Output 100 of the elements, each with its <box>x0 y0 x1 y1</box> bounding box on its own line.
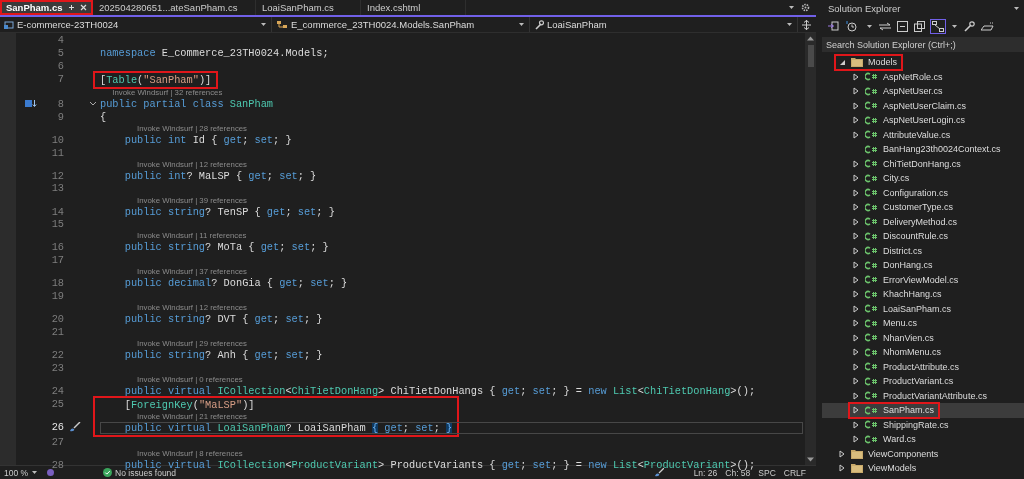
code-file-icon <box>865 101 878 111</box>
switch-views-icon[interactable] <box>828 21 840 32</box>
expanded-arrow-icon[interactable] <box>838 58 846 66</box>
close-icon[interactable] <box>79 4 87 11</box>
tree-item[interactable]: DeliveryMethod.cs <box>822 214 1024 229</box>
code-file-icon <box>865 376 878 386</box>
brush-icon[interactable] <box>653 468 664 477</box>
line-number: 11 <box>50 146 64 159</box>
tree-item[interactable]: ShippingRate.cs <box>822 417 1024 432</box>
code-file-icon <box>865 188 878 198</box>
wrench-icon[interactable] <box>964 21 975 32</box>
type-dropdown[interactable]: E_commerce_23TH0024.Models.SanPham <box>272 17 530 32</box>
tree-item[interactable]: ViewModels <box>822 461 1024 476</box>
pin-icon[interactable] <box>67 4 75 11</box>
split-icon[interactable] <box>802 19 811 30</box>
brush-icon[interactable] <box>69 421 81 432</box>
wrench-icon <box>534 19 544 30</box>
tree-item[interactable]: SanPham.cs <box>822 403 1024 418</box>
tree-item[interactable]: Configuration.cs <box>822 185 1024 200</box>
tree-item[interactable]: CustomerType.cs <box>822 200 1024 215</box>
line-number: 6 <box>56 60 64 72</box>
tree-item[interactable]: Menu.cs <box>822 316 1024 331</box>
line-ending[interactable]: CRLF <box>783 467 806 478</box>
line-number: 15 <box>50 218 64 231</box>
project-dropdown[interactable]: E-commerce-23TH0024 <box>0 17 272 32</box>
tree-item[interactable]: ViewComponents <box>822 446 1024 461</box>
code-line: public string? MoTa { get; set; } <box>123 241 329 254</box>
code-line: public string? TenSP { get; set; } <box>123 205 335 218</box>
line-number: 20 <box>50 313 64 326</box>
zoom-dropdown[interactable]: 100 % <box>4 467 39 478</box>
caret-icon <box>31 469 39 476</box>
code-line: public partial class SanPham <box>100 97 274 110</box>
line-number: 12 <box>50 169 64 182</box>
tree-item[interactable]: ProductVariant.cs <box>822 374 1024 389</box>
tree-item[interactable]: NhomMenu.cs <box>822 345 1024 360</box>
line-number: 8 <box>56 97 64 110</box>
tree-item[interactable]: Models <box>822 55 1024 70</box>
code-file-icon <box>865 362 878 372</box>
code-line: public virtual LoaiSanPham? LoaiSanPham { get; set; } <box>123 421 453 434</box>
code-line: { <box>100 110 107 123</box>
scrollbar-thumb[interactable] <box>807 45 814 67</box>
code-file-icon <box>865 173 878 183</box>
tree-item[interactable]: LoaiSanPham.cs <box>822 301 1024 316</box>
member-dropdown[interactable]: LoaiSanPham <box>530 17 798 32</box>
tree-item[interactable]: DonHang.cs <box>822 258 1024 273</box>
code-file-icon <box>865 159 878 169</box>
history-icon[interactable] <box>846 21 860 32</box>
code-file-icon <box>865 144 878 154</box>
code-file-icon <box>865 86 878 96</box>
tree-item[interactable]: AspNetUser.cs <box>822 84 1024 99</box>
tree-item[interactable]: ProductAttribute.cs <box>822 359 1024 374</box>
line-number: 24 <box>50 385 64 397</box>
line-number: 16 <box>50 241 64 254</box>
status-icon[interactable] <box>46 468 56 477</box>
project-icon <box>4 19 14 30</box>
tree-item[interactable]: ChiTietDonHang.cs <box>822 156 1024 171</box>
tree-item[interactable]: DiscountRule.cs <box>822 229 1024 244</box>
dropdown-icon[interactable] <box>788 4 795 11</box>
sync-with-document-icon[interactable] <box>932 21 944 32</box>
line-number: 7 <box>56 72 64 85</box>
tree-item[interactable]: AttributeValue.cs <box>822 127 1024 142</box>
tree-item[interactable]: ProductVariantAttribute.cs <box>822 388 1024 403</box>
tree-item[interactable]: AspNetUserClaim.cs <box>822 98 1024 113</box>
tree-item[interactable]: City.cs <box>822 171 1024 186</box>
sync-arrows-icon[interactable] <box>879 22 891 31</box>
copy-icon[interactable] <box>914 21 925 32</box>
code-file-icon <box>865 347 878 357</box>
tree-item[interactable]: BanHang23th0024Context.cs <box>822 142 1024 157</box>
scroll-down-icon[interactable] <box>807 457 814 462</box>
settings-icon[interactable] <box>801 3 810 12</box>
line-number: 9 <box>56 110 64 123</box>
code-file-icon <box>865 246 878 256</box>
tree-item[interactable]: AspNetRole.cs <box>822 69 1024 84</box>
line-position[interactable]: Ln: 26 <box>693 467 718 478</box>
caret-icon <box>1013 5 1020 12</box>
class-icon <box>276 19 288 30</box>
code-file-icon <box>865 202 878 212</box>
folder-icon <box>851 448 863 459</box>
tree-item[interactable]: KhachHang.cs <box>822 287 1024 302</box>
tree-item[interactable]: Ward.cs <box>822 432 1024 447</box>
file-tab[interactable]: SanPham.cs <box>0 0 93 15</box>
code-file-icon <box>865 333 878 343</box>
line-number: 27 <box>50 435 64 448</box>
scroll-up-icon[interactable] <box>807 36 814 41</box>
caret-icon <box>951 23 958 30</box>
indentation-mode[interactable]: SPC <box>758 467 776 478</box>
code-file-icon <box>865 275 878 285</box>
tree-item[interactable]: District.cs <box>822 243 1024 258</box>
tree-item[interactable]: NhanVien.cs <box>822 330 1024 345</box>
line-number: 17 <box>50 254 64 267</box>
scrollbar[interactable] <box>805 33 816 465</box>
check-icon <box>103 468 113 477</box>
tree-item[interactable]: ErrorViewModel.cs <box>822 272 1024 287</box>
collapse-icon[interactable] <box>89 100 97 107</box>
line-number: 22 <box>50 349 64 362</box>
search-field[interactable]: Search Solution Explorer (Ctrl+;) <box>822 37 1024 52</box>
tree-item[interactable]: AspNetUserLogin.cs <box>822 113 1024 128</box>
line-number: 26 <box>50 420 64 433</box>
caret-icon <box>786 21 793 28</box>
collapse-all-icon[interactable] <box>897 21 908 32</box>
